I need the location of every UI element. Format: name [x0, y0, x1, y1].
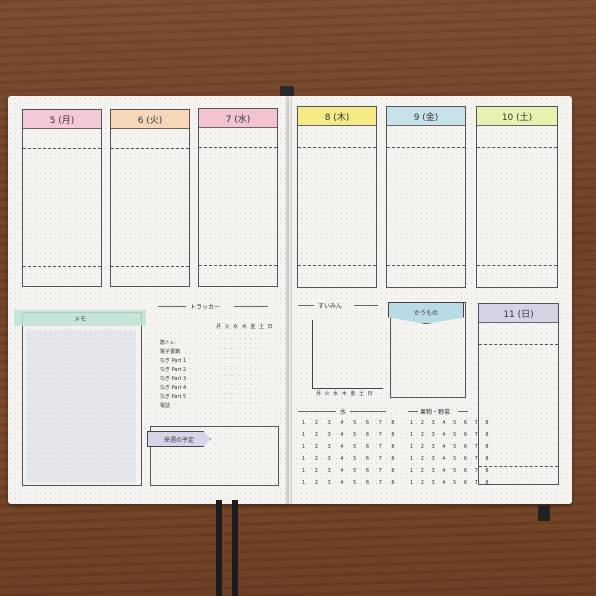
- day-header-5: 5 (月): [23, 110, 101, 129]
- tracker-rule-right: [234, 306, 268, 307]
- memo-title: メモ: [73, 315, 86, 323]
- dashed-line: [477, 147, 557, 148]
- water-rule-left: [298, 411, 336, 412]
- dashed-line: [111, 148, 189, 149]
- ribbon-bookmark: [216, 500, 222, 596]
- sleep-title: すいみん: [318, 303, 343, 310]
- tracker-dots: ·······: [218, 337, 265, 343]
- water-row: 1 2 3 4 5 6 7 8: [302, 468, 399, 474]
- dashed-line: [477, 265, 557, 266]
- dashed-line: [479, 344, 558, 345]
- shopping-title: かうもの: [413, 310, 438, 317]
- dashed-line: [387, 265, 465, 266]
- tracker-dots: ·······: [218, 355, 265, 361]
- tracker-dots: ·······: [218, 373, 265, 379]
- sleep-rule-right: [354, 305, 378, 306]
- next-week-label: 来週の予定: [147, 431, 211, 447]
- tracker-dots: ·······: [218, 382, 265, 388]
- tracker-days-header: 月 火 水 木 金 土 日: [216, 324, 274, 330]
- dashed-line: [479, 466, 558, 467]
- water-row: 1 2 3 4 5 6 7 8: [302, 456, 399, 462]
- tracker-item: 電子書籍: [160, 349, 181, 355]
- day-column-9: 9 (金): [386, 106, 466, 288]
- day-column-5: 5 (月): [22, 109, 102, 287]
- water-row: 1 2 3 4 5 6 7 8: [302, 444, 399, 450]
- tracker-item: なぎ Part 2: [160, 367, 187, 373]
- tracker-rule-left: [158, 306, 186, 307]
- day-column-7: 7 (水): [198, 108, 278, 287]
- day-column-10: 10 (土): [476, 106, 558, 288]
- dashed-line: [298, 147, 376, 148]
- tracker-item: 電話: [160, 403, 171, 409]
- day-header-9: 9 (金): [387, 107, 465, 126]
- elastic-band: [538, 505, 550, 521]
- fruit-row: 1 2 3 4 5 6 7 8: [410, 480, 492, 486]
- fruit-row: 1 2 3 4 5 6 7 8: [410, 432, 492, 438]
- fruit-row: 1 2 3 4 5 6 7 8: [410, 456, 492, 462]
- tracker-item: なぎ Part 5: [160, 394, 187, 400]
- fruit-row: 1 2 3 4 5 6 7 8: [410, 468, 492, 474]
- water-title: 水: [340, 409, 347, 416]
- day-header-6: 6 (火): [111, 110, 189, 129]
- tracker-item: なぎ Part 4: [160, 385, 187, 391]
- dashed-line: [199, 147, 277, 148]
- fruit-rule-right: [458, 411, 468, 412]
- tracker-item: なぎ Part 1: [160, 358, 187, 364]
- tracker-dots: ·······: [218, 391, 265, 397]
- notebook-spine: [286, 96, 292, 504]
- water-rule-right: [350, 411, 386, 412]
- water-row: 1 2 3 4 5 6 7 8: [302, 480, 399, 486]
- fruit-row: 1 2 3 4 5 6 7 8: [410, 444, 492, 450]
- dashed-line: [23, 148, 101, 149]
- dashed-line: [23, 266, 101, 267]
- dashed-line: [387, 147, 465, 148]
- sleep-chart-axes: [312, 320, 383, 389]
- water-row: 1 2 3 4 5 6 7 8: [302, 432, 399, 438]
- sleep-x-labels: 月 火 水 木 金 土 日: [316, 391, 374, 397]
- ribbon-bookmark: [232, 500, 238, 596]
- tracker-dots: ·······: [218, 346, 265, 352]
- day-header-8: 8 (木): [298, 107, 376, 126]
- tracker-item: なぎ Part 3: [160, 376, 187, 382]
- fruit-rule-left: [408, 411, 418, 412]
- dashed-line: [199, 265, 277, 266]
- tracker-title: トラッカー: [190, 304, 221, 311]
- day-header-7: 7 (水): [199, 109, 277, 128]
- dashed-line: [298, 265, 376, 266]
- water-row: 1 2 3 4 5 6 7 8: [302, 420, 399, 426]
- day-header-10: 10 (土): [477, 107, 557, 126]
- day-column-6: 6 (火): [110, 109, 190, 287]
- dashed-line: [111, 266, 189, 267]
- day-column-8: 8 (木): [297, 106, 377, 288]
- next-week-title: 来週の予定: [163, 436, 194, 444]
- fruit-title: 果物・野菜: [420, 409, 451, 416]
- memo-title-tape: メモ: [14, 310, 146, 326]
- tracker-item: 筋トレ: [160, 340, 176, 346]
- memo-box: [22, 312, 142, 486]
- fruit-row: 1 2 3 4 5 6 7 8: [410, 420, 492, 426]
- tracker-dots: ·······: [218, 400, 265, 406]
- sleep-rule-left: [298, 305, 314, 306]
- tracker-dots: ·······: [218, 364, 265, 370]
- day-header-11: 11 (日): [479, 304, 558, 323]
